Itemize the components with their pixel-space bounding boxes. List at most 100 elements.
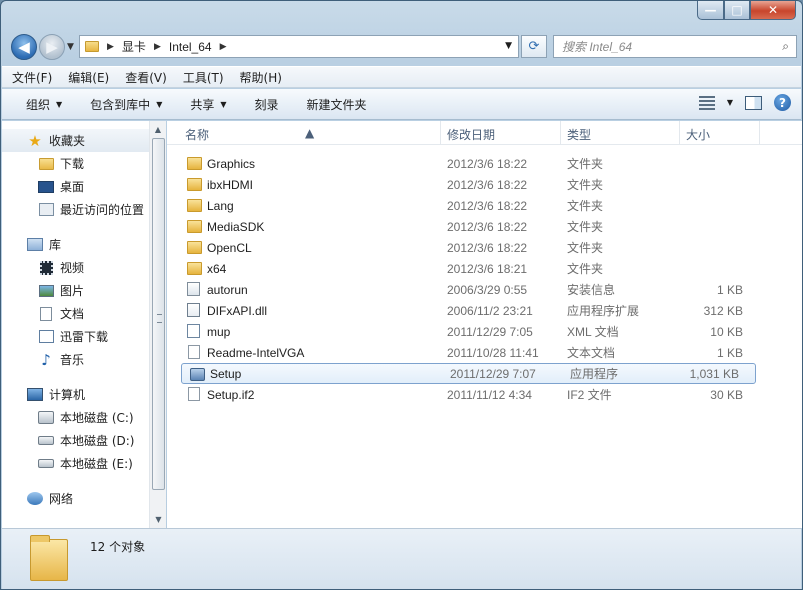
sidebar-item-libraries[interactable]: 库: [2, 233, 165, 256]
file-row[interactable]: autorun 2006/3/29 0:55 安装信息 1 KB: [179, 279, 759, 300]
sidebar-item-label: 迅雷下载: [60, 330, 109, 344]
file-size: 1 KB: [716, 345, 743, 360]
sidebar-item-drive-d[interactable]: 本地磁盘 (D:): [2, 429, 165, 452]
file-type: 文件夹: [567, 199, 604, 213]
chevron-right-icon[interactable]: ▶: [154, 41, 161, 52]
file-row[interactable]: x64 2012/3/6 18:21 文件夹: [179, 258, 759, 279]
file-row[interactable]: Lang 2012/3/6 18:22 文件夹: [179, 195, 759, 216]
menu-view[interactable]: 查看(V): [125, 69, 167, 86]
file-row[interactable]: Setup 2011/12/29 7:07 应用程序 1,031 KB: [181, 363, 756, 384]
column-header-date[interactable]: 修改日期: [447, 126, 495, 143]
file-row[interactable]: OpenCL 2012/3/6 18:22 文件夹: [179, 237, 759, 258]
file-name: DIFxAPI.dll: [207, 303, 268, 318]
include-in-library-button[interactable]: 包含到库中 ▼: [90, 96, 162, 113]
computer-icon: [27, 388, 43, 401]
chevron-right-icon[interactable]: ▶: [107, 41, 114, 52]
desktop-icon: [38, 180, 54, 193]
burn-button[interactable]: 刻录: [255, 96, 279, 113]
sidebar-item-music[interactable]: ♪ 音乐: [2, 348, 165, 371]
chevron-right-icon[interactable]: ▶: [220, 41, 227, 52]
video-icon: [39, 260, 53, 275]
search-input[interactable]: 搜索 Intel_64 ⌕: [553, 35, 797, 58]
sidebar-item-network[interactable]: 网络: [2, 487, 165, 510]
forward-button[interactable]: ▶: [39, 34, 65, 60]
folder-icon: [187, 178, 202, 191]
file-name: ibxHDMI: [207, 177, 254, 192]
menu-edit[interactable]: 编辑(E): [68, 69, 109, 86]
file-date: 2006/3/29 0:55: [447, 282, 528, 297]
sidebar-item-drive-c[interactable]: 本地磁盘 (C:): [2, 406, 165, 429]
new-folder-button[interactable]: 新建文件夹: [307, 96, 367, 113]
window-caption-buttons: — □ ✕: [697, 1, 796, 21]
column-header-row: ▲ 名称 修改日期 类型 大小: [167, 121, 802, 145]
navigation-bar: ◀ ▶ ▼ ▶ 显卡 ▶ Intel_64 ▶ ▼ ⟳ 搜索 Intel_64 …: [1, 33, 802, 61]
menu-tools[interactable]: 工具(T): [183, 69, 224, 86]
navigation-pane: ★ 收藏夹 下载 桌面 最近访问的位置 库 视频 图片 文档 迅雷下载 ♪ 音乐 计…: [2, 121, 166, 528]
sidebar-item-favorites[interactable]: ★ 收藏夹: [2, 129, 165, 152]
sidebar-item-documents[interactable]: 文档: [2, 302, 165, 325]
share-button[interactable]: 共享 ▼: [190, 96, 226, 113]
file-size: 30 KB: [710, 387, 743, 402]
sidebar-item-downloads[interactable]: 下载: [2, 152, 165, 175]
folder-icon: [187, 220, 202, 233]
refresh-button[interactable]: ⟳: [521, 35, 547, 58]
preview-pane-icon[interactable]: [745, 95, 762, 110]
organize-button[interactable]: 组织 ▼: [26, 96, 62, 113]
file-name: Lang: [207, 198, 234, 213]
file-row[interactable]: ibxHDMI 2012/3/6 18:22 文件夹: [179, 174, 759, 195]
file-type: 文件夹: [567, 220, 604, 234]
column-header-name[interactable]: 名称: [185, 126, 209, 143]
details-pane: 12 个对象: [2, 528, 801, 589]
minimize-button[interactable]: —: [697, 1, 724, 20]
menu-file[interactable]: 文件(F): [12, 69, 52, 86]
download-library-icon: [38, 330, 54, 343]
close-button[interactable]: ✕: [750, 1, 796, 20]
breadcrumb-item[interactable]: 显卡: [122, 38, 146, 55]
sidebar-item-desktop[interactable]: 桌面: [2, 175, 165, 198]
hard-drive-icon: [38, 436, 54, 445]
scroll-up-arrow-icon[interactable]: ▲: [150, 121, 166, 138]
column-header-size[interactable]: 大小: [686, 126, 710, 143]
sidebar-item-computer[interactable]: 计算机: [2, 383, 165, 406]
sidebar-item-videos[interactable]: 视频: [2, 256, 165, 279]
menu-help[interactable]: 帮助(H): [240, 69, 282, 86]
folder-icon: [187, 199, 202, 212]
file-type: 安装信息: [567, 283, 616, 297]
file-row[interactable]: mup 2011/12/29 7:05 XML 文档 10 KB: [179, 321, 759, 342]
system-drive-icon: [38, 411, 54, 424]
file-row[interactable]: Graphics 2012/3/6 18:22 文件夹: [179, 153, 759, 174]
address-bar[interactable]: ▶ 显卡 ▶ Intel_64 ▶ ▼: [79, 35, 519, 58]
sidebar-item-label: 桌面: [60, 180, 85, 194]
library-icon: [27, 238, 43, 251]
chevron-down-icon[interactable]: ▼: [505, 41, 512, 51]
search-icon[interactable]: ⌕: [782, 39, 789, 54]
navigation-scrollbar[interactable]: ▲ ▼: [149, 121, 166, 528]
scroll-down-arrow-icon[interactable]: ▼: [150, 511, 167, 528]
file-name: Setup.if2: [207, 387, 255, 402]
file-row[interactable]: MediaSDK 2012/3/6 18:22 文件夹: [179, 216, 759, 237]
xml-file-icon: [187, 324, 200, 338]
include-library-label: 包含到库中: [90, 97, 151, 112]
sidebar-item-recent-places[interactable]: 最近访问的位置: [2, 198, 165, 221]
sidebar-item-drive-e[interactable]: 本地磁盘 (E:): [2, 452, 165, 475]
breadcrumb-item[interactable]: Intel_64: [169, 40, 212, 54]
file-row[interactable]: Readme-IntelVGA 2011/10/28 11:41 文本文档 1 KB: [179, 342, 759, 363]
column-header-type[interactable]: 类型: [567, 126, 591, 143]
view-options-icon[interactable]: [698, 95, 715, 110]
back-button[interactable]: ◀: [11, 34, 37, 60]
file-name: mup: [207, 324, 231, 339]
sidebar-item-xunlei[interactable]: 迅雷下载: [2, 325, 165, 348]
file-name: Setup: [210, 366, 242, 381]
help-icon[interactable]: ?: [774, 94, 791, 111]
scrollbar-thumb[interactable]: [152, 138, 165, 490]
file-row[interactable]: Setup.if2 2011/11/12 4:34 IF2 文件 30 KB: [179, 384, 759, 405]
sidebar-item-pictures[interactable]: 图片: [2, 279, 165, 302]
file-date: 2011/10/28 11:41: [447, 345, 539, 360]
maximize-button[interactable]: □: [724, 1, 750, 20]
file-row[interactable]: DIFxAPI.dll 2006/11/2 23:21 应用程序扩展 312 KB: [179, 300, 759, 321]
view-dropdown-icon[interactable]: ▼: [727, 98, 733, 107]
sidebar-item-label: 本地磁盘 (E:): [60, 457, 133, 471]
search-placeholder: 搜索 Intel_64: [562, 40, 633, 54]
history-dropdown-icon[interactable]: ▼: [67, 42, 74, 52]
dll-file-icon: [187, 303, 200, 317]
